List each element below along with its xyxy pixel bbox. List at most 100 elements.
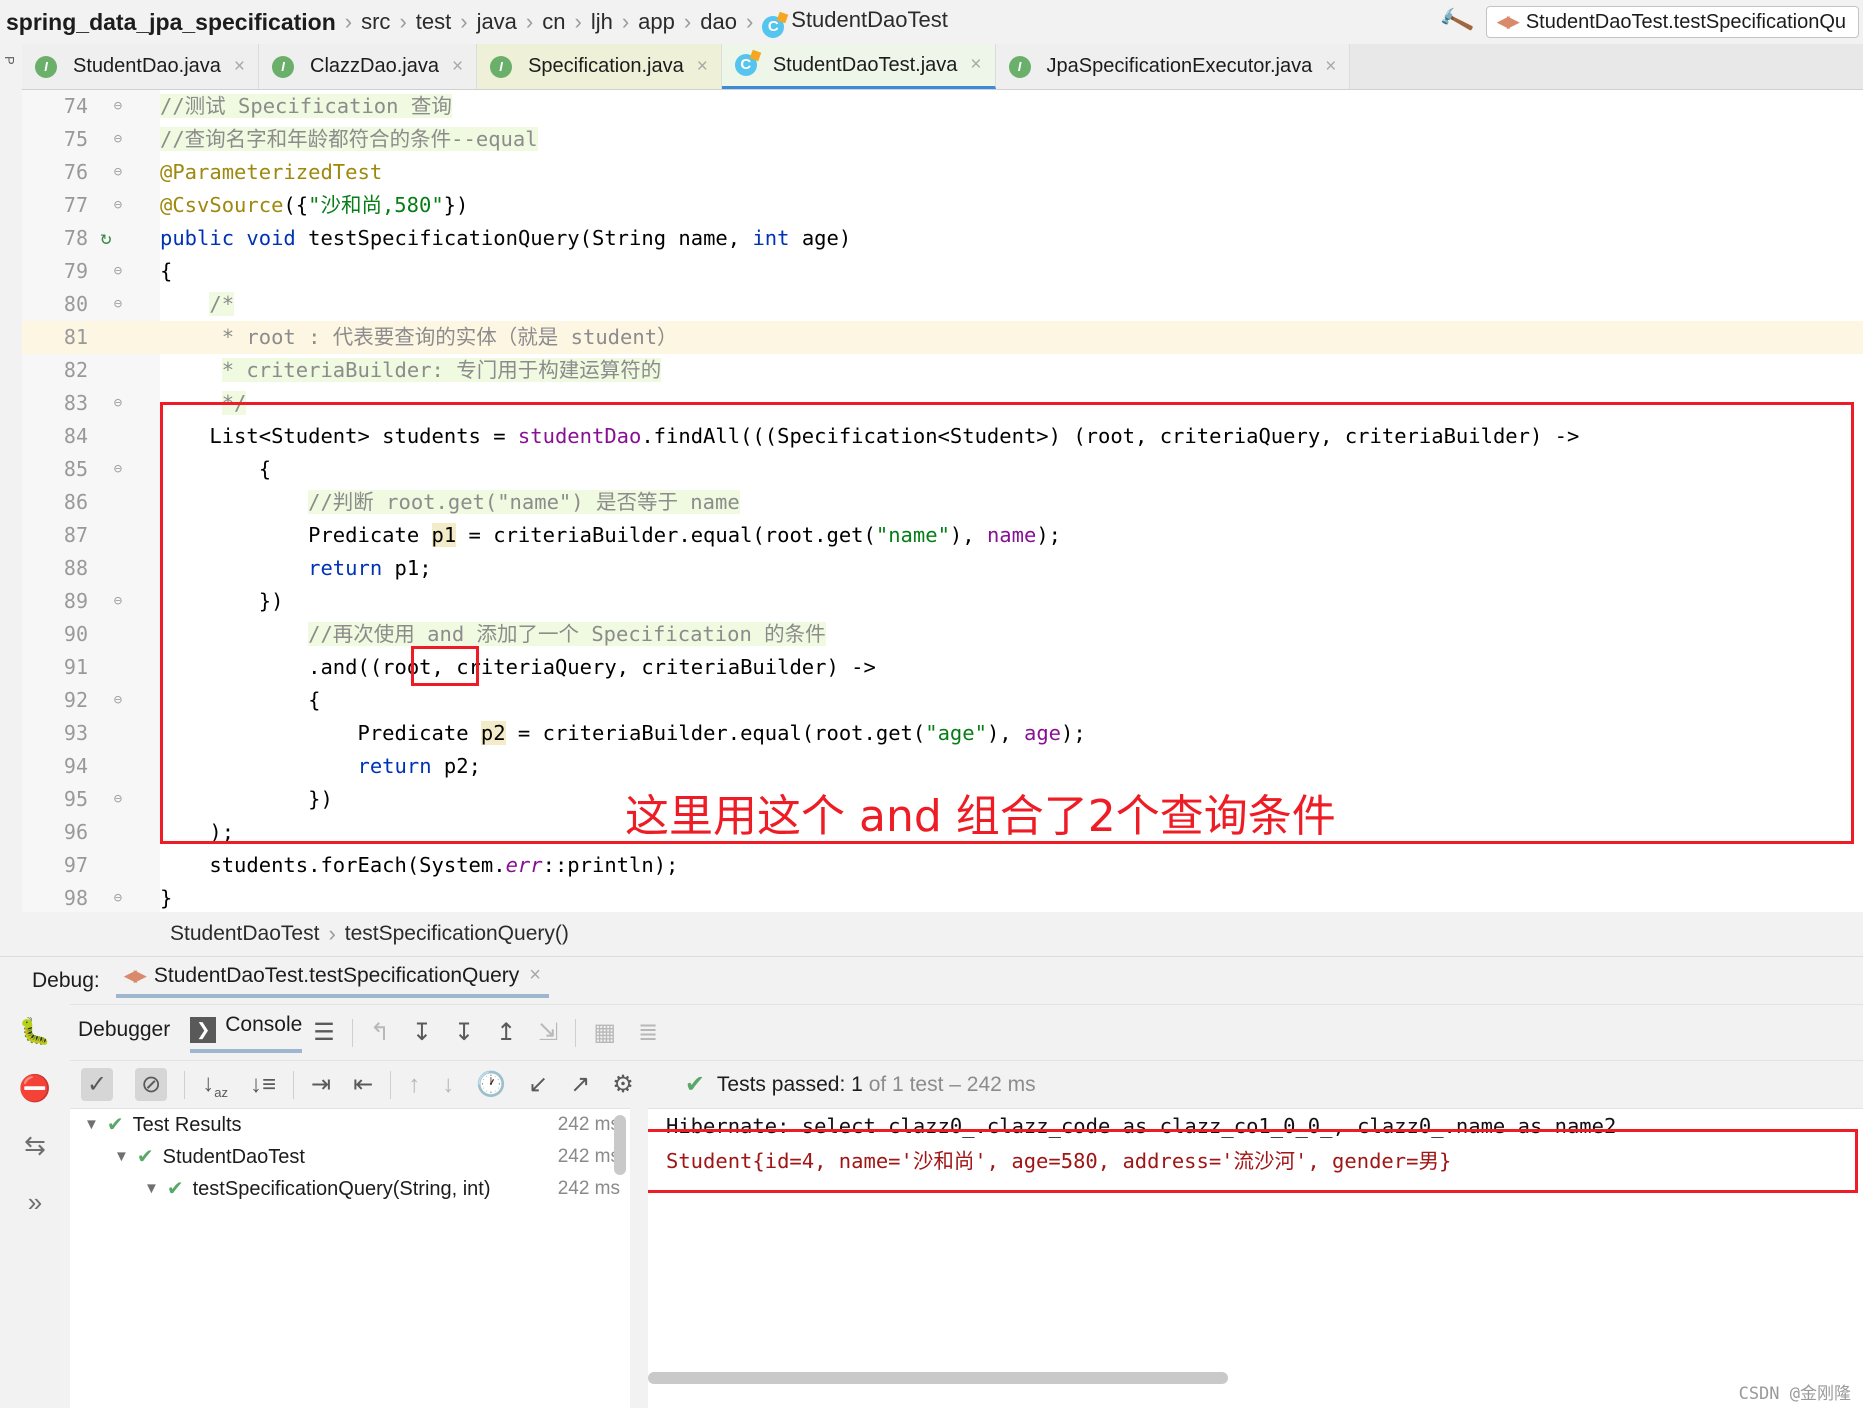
breadcrumb-item-dao[interactable]: dao	[700, 9, 737, 35]
close-icon[interactable]: ×	[234, 56, 245, 78]
code-line[interactable]: 89 ⊖ })	[0, 585, 1863, 618]
close-icon[interactable]: ×	[529, 964, 541, 987]
test-tree-row[interactable]: ▼ ✔ Test Results 242 ms	[70, 1109, 630, 1141]
code-line-text[interactable]: return p2;	[160, 750, 1863, 783]
import-results-icon[interactable]: ↙	[528, 1070, 548, 1099]
debug-toolbar[interactable]: Debugger ❯ Console ☰ ↰ ↧ ↧ ↥ ⇲ ▦ ≣	[0, 1004, 1863, 1060]
code-line[interactable]: 98 ⊖}	[0, 882, 1863, 912]
code-line-text[interactable]: }	[160, 882, 1863, 912]
layout-icon[interactable]: ☰	[313, 1018, 335, 1047]
code-line[interactable]: 90 //再次使用 and 添加了一个 Specification 的条件	[0, 618, 1863, 651]
step-out-icon[interactable]: ↥	[496, 1018, 516, 1047]
code-line-text[interactable]: //查询名字和年龄都符合的条件--equal	[160, 123, 1863, 156]
code-line-text[interactable]: Predicate p2 = criteriaBuilder.equal(roo…	[160, 717, 1863, 750]
debug-session-tab[interactable]: ◀▶ StudentDaoTest.testSpecificationQuery…	[115, 964, 549, 998]
code-fold-icon[interactable]: ⊖	[108, 453, 128, 486]
close-icon[interactable]: ×	[697, 56, 708, 78]
tab-console[interactable]: ❯ Console	[190, 1013, 303, 1053]
code-fold-icon[interactable]: ⊖	[108, 90, 128, 123]
code-line[interactable]: 74 ⊖//测试 Specification 查询	[0, 90, 1863, 123]
more-icon[interactable]: »	[28, 1187, 42, 1218]
mute-breakpoints-icon[interactable]: ⛔	[19, 1073, 51, 1104]
breadcrumb-item-studentdaotest[interactable]: C StudentDaoTest	[762, 7, 948, 38]
code-line-text[interactable]: {	[160, 684, 1863, 717]
code-line[interactable]: 82 * criteriaBuilder: 专门用于构建运算符的	[0, 354, 1863, 387]
code-line[interactable]: 83 ⊖ */	[0, 387, 1863, 420]
code-line[interactable]: 94 return p2;	[0, 750, 1863, 783]
code-line[interactable]: 84 List<Student> students = studentDao.f…	[0, 420, 1863, 453]
code-line-text[interactable]: .and((root, criteriaQuery, criteriaBuild…	[160, 651, 1863, 684]
code-line-text[interactable]: //测试 Specification 查询	[160, 90, 1863, 123]
breadcrumb-item-test[interactable]: test	[416, 9, 451, 35]
test-settings-icon[interactable]: ⚙	[612, 1070, 634, 1099]
test-tree-row[interactable]: ▼ ✔ testSpecificationQuery(String, int) 242…	[70, 1173, 630, 1205]
tab-debugger[interactable]: Debugger	[78, 1018, 170, 1048]
code-editor[interactable]: 1: Structure 74⊖//测试 Specification 查询75⊖…	[0, 90, 1863, 912]
expand-triangle-icon[interactable]: ▼	[144, 1173, 159, 1205]
code-line-text[interactable]: {	[160, 453, 1863, 486]
code-line-text[interactable]: Predicate p1 = criteriaBuilder.equal(roo…	[160, 519, 1863, 552]
code-line-text[interactable]: public void testSpecificationQuery(Strin…	[160, 222, 1863, 255]
debug-tabs[interactable]: Debugger ❯ Console	[78, 1013, 303, 1053]
expand-all-icon[interactable]: ⇥	[311, 1070, 331, 1099]
hammer-icon[interactable]: 🔨	[1436, 3, 1475, 41]
breadcrumb-item-cn[interactable]: cn	[542, 9, 565, 35]
code-line-text[interactable]: * root : 代表要查询的实体（就是 student）	[160, 321, 1863, 354]
test-tree-row[interactable]: ▼ ✔ StudentDaoTest 242 ms	[70, 1141, 630, 1173]
code-line[interactable]: 80 ⊖ /*	[0, 288, 1863, 321]
code-line[interactable]: 77 ⊖ @CsvSource({"沙和尚,580"})	[0, 189, 1863, 222]
code-line[interactable]: 93 Predicate p2 = criteriaBuilder.equal(…	[0, 717, 1863, 750]
code-line[interactable]: 78 ↻ public void testSpecificationQuery(St…	[0, 222, 1863, 255]
prev-failed-icon[interactable]: ↑	[408, 1071, 420, 1099]
breadcrumb-item-java[interactable]: java	[477, 9, 517, 35]
code-line-text[interactable]: */	[160, 387, 1863, 420]
force-step-into-icon[interactable]: ↧	[454, 1018, 474, 1047]
show-ignored-icon[interactable]: ⊘	[135, 1068, 168, 1101]
code-line-text[interactable]: /*	[160, 288, 1863, 321]
code-line-text[interactable]: //判断 root.get("name") 是否等于 name	[160, 486, 1863, 519]
code-fold-icon[interactable]: ⊖	[108, 882, 128, 912]
collapse-all-icon[interactable]: ⇤	[353, 1070, 373, 1099]
code-line-text[interactable]: {	[160, 255, 1863, 288]
close-icon[interactable]: ×	[452, 56, 463, 78]
show-passed-icon[interactable]: ✓	[81, 1068, 114, 1101]
editor-tab-studentdaotest[interactable]: C StudentDaoTest.java ×	[721, 44, 996, 89]
code-fold-icon[interactable]: ⊖	[108, 585, 128, 618]
code-line-text[interactable]: students.forEach(System.err::println);	[160, 849, 1863, 882]
sort-alphabetically-icon[interactable]: ↓az	[202, 1070, 228, 1100]
editor-tab-studentdao[interactable]: I StudentDao.java ×	[22, 44, 259, 89]
code-line-text[interactable]: //再次使用 and 添加了一个 Specification 的条件	[160, 618, 1863, 651]
breadcrumb-item-spring-data-jpa-specification[interactable]: spring_data_jpa_specification	[6, 9, 336, 36]
editor-tab-jpaspecificationexecutor[interactable]: I JpaSpecificationExecutor.java ×	[995, 44, 1351, 89]
export-results-icon[interactable]: ↗	[570, 1070, 590, 1099]
editor-tab-clazzdao[interactable]: I ClazzDao.java ×	[259, 44, 478, 89]
editor-tab-specification[interactable]: I Specification.java ×	[477, 44, 722, 89]
test-results-toolbar[interactable]: ✓ ⊘ ↓az ↓≡ ⇥ ⇤ ↑ ↓ 🕐 ↙ ↗ ⚙ ✔ Tests passe…	[70, 1060, 1863, 1108]
code-line[interactable]: 85 ⊖ {	[0, 453, 1863, 486]
run-configuration-selector[interactable]: ◀▶ StudentDaoTest.testSpecificationQu	[1485, 6, 1859, 38]
code-fold-icon[interactable]: ⊖	[108, 189, 128, 222]
code-fold-icon[interactable]: ⊖	[108, 783, 128, 816]
breadcrumb-item-src[interactable]: src	[361, 9, 390, 35]
code-fold-icon[interactable]: ⊖	[108, 387, 128, 420]
evaluate-icon[interactable]: ▦	[593, 1018, 616, 1047]
code-line[interactable]: 88 return p1;	[0, 552, 1863, 585]
step-over-icon[interactable]: ↰	[370, 1018, 390, 1047]
code-fold-icon[interactable]: ⊖	[108, 288, 128, 321]
code-line[interactable]: 75 ⊖//查询名字和年龄都符合的条件--equal	[0, 123, 1863, 156]
code-line[interactable]: 79 ⊖{	[0, 255, 1863, 288]
debug-side-buttons[interactable]: 🐛 ⛔ ⇆ »	[0, 1004, 70, 1408]
step-into-icon[interactable]: ↧	[412, 1018, 432, 1047]
breadcrumb-item-app[interactable]: app	[638, 9, 675, 35]
code-fold-icon[interactable]: ⊖	[108, 684, 128, 717]
history-icon[interactable]: 🕐	[476, 1070, 506, 1099]
test-tree-scrollbar[interactable]	[614, 1115, 626, 1175]
rerun-test-icon[interactable]: ↻	[96, 222, 116, 255]
code-line-text[interactable]: return p1;	[160, 552, 1863, 585]
console-horizontal-scrollbar[interactable]	[648, 1372, 1228, 1384]
editor-tab-bar[interactable]: I StudentDao.java × I ClazzDao.java × I Specifi…	[0, 44, 1863, 90]
expand-triangle-icon[interactable]: ▼	[84, 1109, 99, 1141]
code-fold-icon[interactable]: ⊖	[108, 123, 128, 156]
code-line-text[interactable]: @ParameterizedTest	[160, 156, 1863, 189]
code-fold-icon[interactable]: ⊖	[108, 156, 128, 189]
